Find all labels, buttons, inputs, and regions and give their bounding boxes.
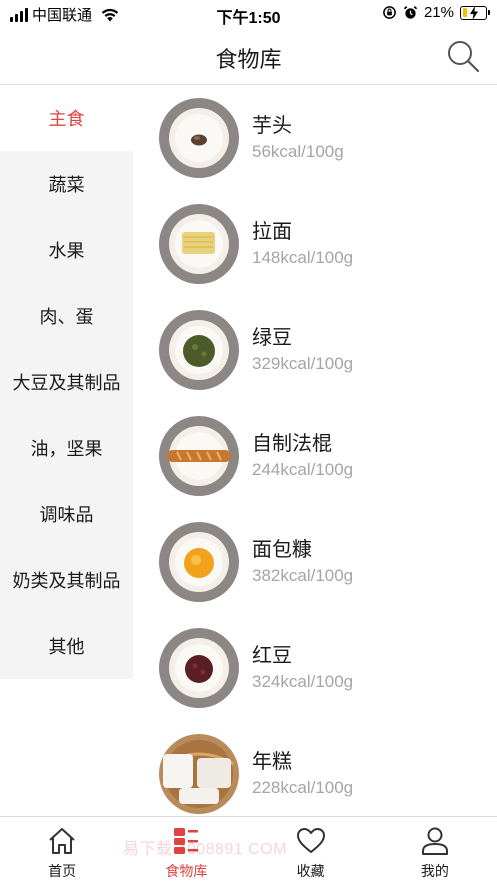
food-thumbnail bbox=[159, 204, 239, 284]
food-calories: 228kcal/100g bbox=[252, 778, 354, 797]
food-calories: 148kcal/100g bbox=[252, 248, 354, 267]
search-icon[interactable] bbox=[445, 38, 481, 74]
food-calories: 56kcal/100g bbox=[252, 142, 344, 161]
tab-home[interactable]: 首页 bbox=[0, 817, 124, 883]
nav-bar: 食物库 bbox=[0, 28, 497, 85]
sidebar-item-label: 其他 bbox=[48, 637, 85, 657]
tab-label: 首页 bbox=[48, 863, 77, 879]
tab-profile[interactable]: 我的 bbox=[373, 817, 497, 883]
heart-icon bbox=[296, 828, 325, 853]
sidebar-item-label: 肉、蛋 bbox=[39, 307, 94, 327]
food-item-ramen[interactable]: 拉面 148kcal/100g bbox=[133, 191, 497, 297]
food-item-mung-bean[interactable]: 绿豆 329kcal/100g bbox=[133, 297, 497, 403]
food-thumbnail bbox=[159, 416, 239, 496]
food-item-baguette[interactable]: 自制法棍 244kcal/100g bbox=[133, 403, 497, 509]
sidebar-item-label: 调味品 bbox=[39, 505, 94, 525]
food-item-rice-cake[interactable]: 年糕 228kcal/100g bbox=[133, 721, 497, 816]
sidebar-item-staple[interactable]: 主食 bbox=[0, 85, 133, 151]
food-name: 红豆 bbox=[252, 645, 292, 667]
food-calories: 244kcal/100g bbox=[252, 460, 354, 479]
rotation-lock-icon bbox=[383, 6, 396, 19]
sidebar-item-label: 水果 bbox=[48, 241, 85, 261]
tab-label: 收藏 bbox=[296, 863, 325, 879]
sidebar-item-vegetables[interactable]: 蔬菜 bbox=[0, 151, 133, 217]
food-calories: 382kcal/100g bbox=[252, 566, 354, 585]
sidebar-item-label: 油，坚果 bbox=[30, 439, 103, 459]
food-name: 自制法棍 bbox=[252, 433, 332, 455]
food-list: 芋头 56kcal/100g 拉面 148kcal/100g 绿豆 329kca… bbox=[133, 85, 497, 816]
food-thumbnail bbox=[159, 628, 239, 708]
watermark: 易下载 4008891 COM bbox=[123, 841, 288, 858]
food-thumbnail bbox=[159, 310, 239, 390]
food-name: 面包糠 bbox=[252, 539, 312, 561]
sidebar-item-oil-nuts[interactable]: 油，坚果 bbox=[0, 415, 133, 481]
food-item-taro[interactable]: 芋头 56kcal/100g bbox=[133, 85, 497, 191]
sidebar-item-dairy[interactable]: 奶类及其制品 bbox=[0, 547, 133, 613]
sidebar-item-meat-egg[interactable]: 肉、蛋 bbox=[0, 283, 133, 349]
food-name: 拉面 bbox=[252, 221, 292, 243]
sidebar-item-label: 大豆及其制品 bbox=[12, 373, 121, 393]
food-thumbnail bbox=[159, 522, 239, 602]
sidebar-item-soy[interactable]: 大豆及其制品 bbox=[0, 349, 133, 415]
food-name: 年糕 bbox=[252, 751, 292, 773]
sidebar-item-label: 奶类及其制品 bbox=[12, 571, 121, 591]
food-calories: 329kcal/100g bbox=[252, 354, 354, 373]
sidebar-item-other[interactable]: 其他 bbox=[0, 613, 133, 679]
user-icon bbox=[421, 827, 448, 855]
alarm-icon bbox=[403, 6, 418, 19]
food-thumbnail bbox=[159, 98, 239, 178]
battery-icon bbox=[460, 5, 490, 20]
food-thumbnail bbox=[159, 734, 239, 814]
food-calories: 324kcal/100g bbox=[252, 672, 354, 691]
battery-percent: 21% bbox=[423, 4, 454, 21]
food-item-breadcrumbs[interactable]: 面包糠 382kcal/100g bbox=[133, 509, 497, 615]
food-item-red-bean[interactable]: 红豆 324kcal/100g bbox=[133, 615, 497, 721]
sidebar-item-condiments[interactable]: 调味品 bbox=[0, 481, 133, 547]
category-sidebar: 主食 蔬菜 水果 肉、蛋 大豆及其制品 油，坚果 调味品 奶类及其制品 其他 bbox=[0, 85, 133, 679]
sidebar-item-label: 主食 bbox=[48, 109, 85, 129]
status-right: 21% bbox=[382, 4, 490, 21]
food-name: 绿豆 bbox=[252, 327, 292, 349]
status-bar: 中国联通 下午1:50 21% bbox=[0, 0, 497, 28]
sidebar-item-fruit[interactable]: 水果 bbox=[0, 217, 133, 283]
page-title: 食物库 bbox=[215, 47, 282, 72]
food-name: 芋头 bbox=[252, 115, 292, 137]
home-icon bbox=[49, 828, 75, 854]
tab-label: 食物库 bbox=[165, 863, 208, 879]
tab-label: 我的 bbox=[420, 863, 449, 879]
sidebar-item-label: 蔬菜 bbox=[48, 175, 85, 195]
